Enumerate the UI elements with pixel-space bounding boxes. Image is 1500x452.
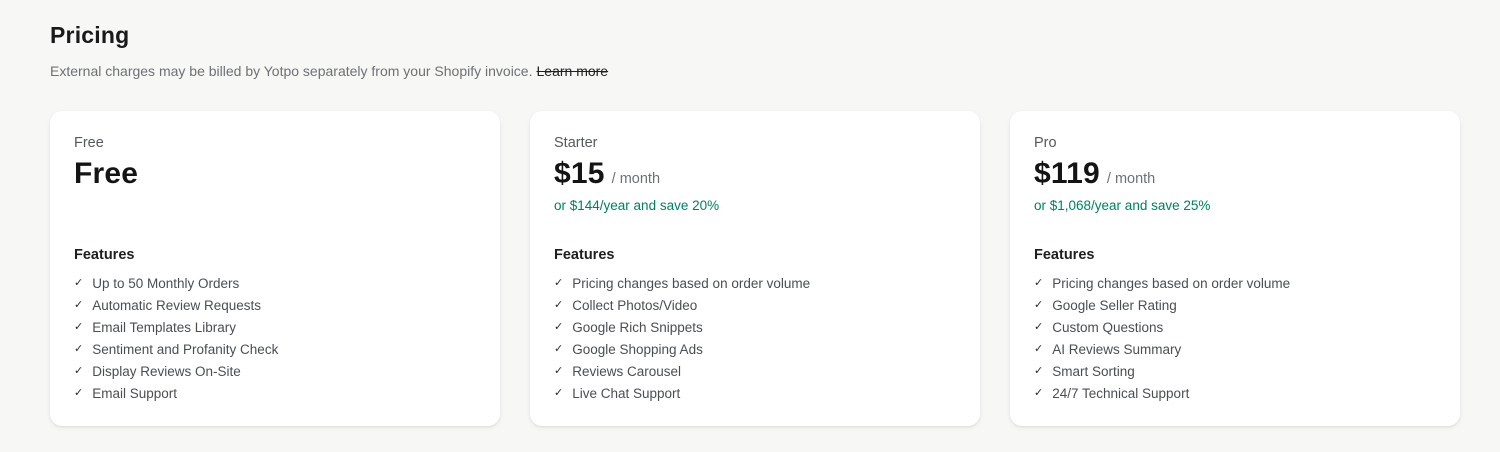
feature-item: ✓ Up to 50 Monthly Orders — [74, 277, 476, 291]
feature-text: Email Templates Library — [92, 320, 237, 335]
feature-item: ✓ Email Support — [74, 387, 476, 401]
annual-savings-note — [74, 198, 476, 214]
plan-card-free: Free Free Features ✓ Up to 50 Monthly Ord… — [50, 111, 500, 426]
feature-item: ✓ Custom Questions — [1034, 321, 1436, 335]
feature-text: Up to 50 Monthly Orders — [92, 276, 240, 291]
feature-item: ✓ Google Seller Rating — [1034, 299, 1436, 313]
feature-text: Display Reviews On-Site — [92, 364, 241, 379]
features-heading: Features — [1034, 247, 1095, 263]
feature-item: ✓ Pricing changes based on order volume — [1034, 277, 1436, 291]
feature-text: Google Rich Snippets — [572, 320, 703, 335]
plan-price: Free — [74, 157, 139, 190]
plan-name: Pro — [1034, 135, 1057, 151]
plan-name: Starter — [554, 135, 598, 151]
annual-savings-note: or $144/year and save 20% — [554, 198, 720, 213]
feature-item: ✓ Automatic Review Requests — [74, 299, 476, 313]
check-icon: ✓ — [74, 365, 84, 377]
features-list: ✓ Pricing changes based on order volume ✓… — [554, 277, 956, 401]
check-icon: ✓ — [74, 343, 84, 355]
feature-text: Google Seller Rating — [1052, 298, 1177, 313]
feature-item: ✓ Pricing changes based on order volume — [554, 277, 956, 291]
feature-text: Automatic Review Requests — [92, 298, 262, 313]
plan-period: / month — [1106, 171, 1156, 187]
feature-text: 24/7 Technical Support — [1052, 386, 1190, 401]
feature-text: Smart Sorting — [1052, 364, 1135, 379]
feature-item: ✓ Display Reviews On-Site — [74, 365, 476, 379]
feature-text: Google Shopping Ads — [572, 342, 703, 357]
subtitle: External charges may be billed by Yotpo … — [50, 63, 1460, 79]
pricing-page: Pricing External charges may be billed b… — [0, 0, 1500, 452]
features-heading: Features — [74, 247, 135, 263]
plan-header: Pro $119 / month or $1,068/year and save… — [1034, 135, 1436, 247]
price-row: Free — [74, 157, 476, 190]
check-icon: ✓ — [74, 299, 84, 311]
check-icon: ✓ — [554, 321, 564, 333]
features-heading: Features — [554, 247, 615, 263]
plan-header: Free Free — [74, 135, 476, 247]
feature-item: ✓ Google Rich Snippets — [554, 321, 956, 335]
check-icon: ✓ — [554, 343, 564, 355]
feature-text: Reviews Carousel — [572, 364, 682, 379]
check-icon: ✓ — [74, 321, 84, 333]
page-title: Pricing — [50, 22, 130, 48]
price-row: $15 / month — [554, 157, 956, 190]
plan-card-pro: Pro $119 / month or $1,068/year and save… — [1010, 111, 1460, 426]
feature-item: ✓ Email Templates Library — [74, 321, 476, 335]
feature-text: Pricing changes based on order volume — [1052, 276, 1291, 291]
feature-item: ✓ Smart Sorting — [1034, 365, 1436, 379]
features-list: ✓ Pricing changes based on order volume ✓… — [1034, 277, 1436, 401]
price-row: $119 / month — [1034, 157, 1436, 190]
feature-text: Custom Questions — [1052, 320, 1164, 335]
feature-item: ✓ AI Reviews Summary — [1034, 343, 1436, 357]
feature-item: ✓ 24/7 Technical Support — [1034, 387, 1436, 401]
plan-header: Starter $15 / month or $144/year and sav… — [554, 135, 956, 247]
feature-text: Sentiment and Profanity Check — [92, 342, 279, 357]
annual-savings-note: or $1,068/year and save 25% — [1034, 198, 1211, 213]
check-icon: ✓ — [554, 365, 564, 377]
feature-item: ✓ Live Chat Support — [554, 387, 956, 401]
feature-item: ✓ Sentiment and Profanity Check — [74, 343, 476, 357]
plan-price: $119 — [1034, 157, 1100, 190]
check-icon: ✓ — [554, 387, 564, 399]
check-icon: ✓ — [74, 277, 84, 289]
plan-cards-row: Free Free Features ✓ Up to 50 Monthly Ord… — [50, 111, 1460, 426]
plan-period: / month — [611, 171, 661, 187]
feature-text: Collect Photos/Video — [572, 298, 698, 313]
plan-name: Free — [74, 135, 104, 151]
feature-item: ✓ Google Shopping Ads — [554, 343, 956, 357]
feature-text: Email Support — [92, 386, 178, 401]
subtitle-text: External charges may be billed by Yotpo … — [50, 63, 533, 79]
learn-more-link[interactable]: Learn more — [537, 63, 609, 79]
check-icon: ✓ — [1034, 277, 1044, 289]
check-icon: ✓ — [1034, 299, 1044, 311]
feature-text: AI Reviews Summary — [1052, 342, 1182, 357]
check-icon: ✓ — [554, 277, 564, 289]
plan-card-starter: Starter $15 / month or $144/year and sav… — [530, 111, 980, 426]
check-icon: ✓ — [554, 299, 564, 311]
check-icon: ✓ — [1034, 365, 1044, 377]
check-icon: ✓ — [74, 387, 84, 399]
feature-item: ✓ Collect Photos/Video — [554, 299, 956, 313]
features-list: ✓ Up to 50 Monthly Orders ✓ Automatic Revi… — [74, 277, 476, 401]
check-icon: ✓ — [1034, 321, 1044, 333]
feature-text: Live Chat Support — [572, 386, 681, 401]
check-icon: ✓ — [1034, 387, 1044, 399]
feature-item: ✓ Reviews Carousel — [554, 365, 956, 379]
feature-text: Pricing changes based on order volume — [572, 276, 811, 291]
check-icon: ✓ — [1034, 343, 1044, 355]
plan-price: $15 — [554, 157, 605, 190]
